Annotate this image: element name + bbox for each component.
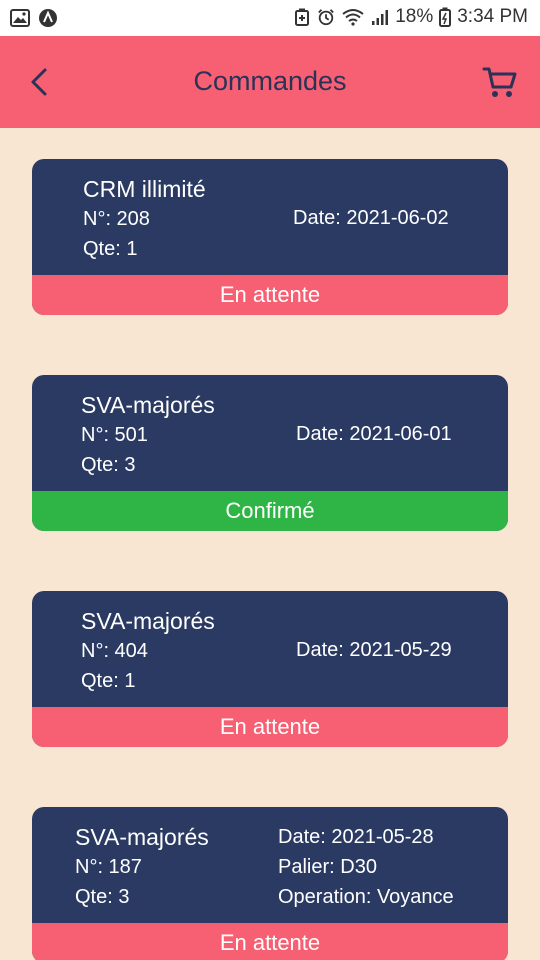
- order-quantity: Qte: 3: [75, 886, 130, 908]
- battery-saver-icon: [293, 7, 311, 27]
- cart-button[interactable]: [480, 62, 520, 102]
- order-name: SVA-majorés: [75, 824, 209, 850]
- order-date: Date: 2021-05-28: [278, 826, 434, 848]
- order-name: SVA-majorés: [81, 608, 215, 634]
- order-date: Date: 2021-06-02: [293, 207, 449, 229]
- order-date: Date: 2021-06-01: [296, 423, 452, 445]
- page-title: Commandes: [193, 66, 347, 96]
- order-operation: Operation: Voyance: [278, 886, 454, 908]
- status-badge: Confirmé: [32, 491, 508, 531]
- signal-icon: [371, 7, 389, 27]
- cart-icon: [482, 67, 517, 97]
- status-badge: En attente: [32, 707, 508, 747]
- clock: 3:34 PM: [457, 6, 528, 27]
- order-card[interactable]: SVA-majorés N°: 501 Qte: 3 Date: 2021-06…: [32, 375, 508, 531]
- wifi-icon: [341, 7, 365, 27]
- order-date: Date: 2021-05-29: [296, 639, 452, 661]
- status-badge: En attente: [32, 923, 508, 960]
- order-number: N°: 187: [75, 856, 142, 878]
- app-bar: Commandes: [0, 36, 540, 128]
- order-name: SVA-majorés: [81, 392, 215, 418]
- order-name: CRM illimité: [83, 176, 206, 202]
- order-number: N°: 501: [81, 424, 148, 446]
- image-icon: [10, 8, 30, 28]
- order-palier: Palier: D30: [278, 856, 377, 878]
- alarm-icon: [317, 7, 335, 27]
- order-number: N°: 208: [83, 208, 150, 230]
- order-quantity: Qte: 1: [83, 238, 138, 260]
- status-bar: 18% 3:34 PM: [0, 0, 540, 36]
- battery-icon: [439, 7, 452, 27]
- order-card[interactable]: SVA-majorés N°: 187 Qte: 3 Date: 2021-05…: [32, 807, 508, 960]
- order-card[interactable]: CRM illimité N°: 208 Qte: 1 Date: 2021-0…: [32, 159, 508, 315]
- status-badge: En attente: [32, 275, 508, 315]
- order-quantity: Qte: 3: [81, 454, 136, 476]
- order-quantity: Qte: 1: [81, 670, 136, 692]
- battery-percent: 18%: [395, 6, 434, 27]
- app-notification-icon: [38, 8, 58, 28]
- order-number: N°: 404: [81, 640, 148, 662]
- order-card[interactable]: SVA-majorés N°: 404 Qte: 1 Date: 2021-05…: [32, 591, 508, 747]
